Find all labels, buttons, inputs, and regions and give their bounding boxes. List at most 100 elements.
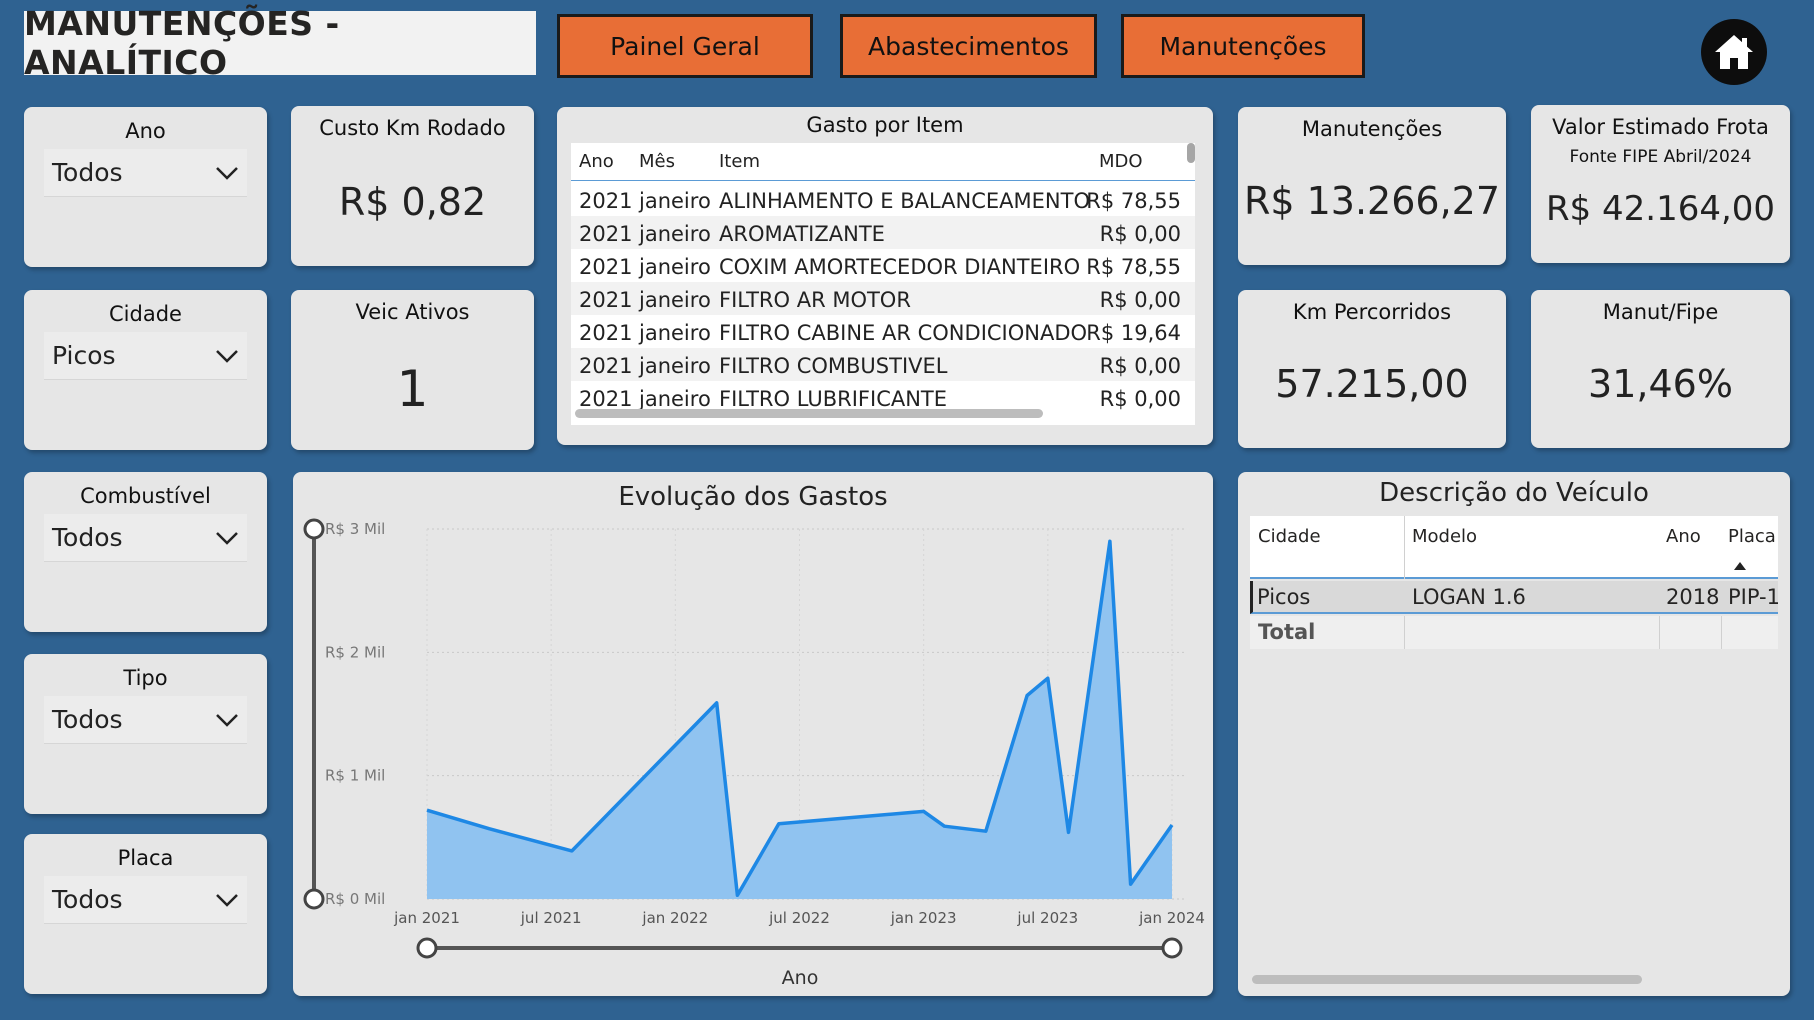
y-tick-label: R$ 0 Mil: [325, 890, 385, 908]
slicer-placa-value: Todos: [52, 885, 123, 914]
kpi-veic-ativos-value: 1: [396, 360, 429, 418]
table-header: Ano Mês Item MDO: [571, 143, 1195, 181]
cell-ano: 2021: [579, 288, 633, 312]
col-cidade[interactable]: Cidade: [1258, 526, 1321, 547]
slicer-tipo-value: Todos: [52, 705, 123, 734]
cell-item: FILTRO AR MOTOR: [719, 288, 911, 312]
evolucao-gastos-card: Evolução dos Gastos R$ 0 Mil R$ 1 Mil R$ 2…: [293, 472, 1213, 996]
cell-item: AROMATIZANTE: [719, 222, 885, 246]
slicer-ano-dropdown[interactable]: Todos: [44, 149, 247, 197]
col-mdo[interactable]: MDO: [1099, 151, 1143, 172]
cell-mdo: R$ 78,55: [1086, 255, 1181, 279]
home-button[interactable]: [1701, 19, 1767, 85]
horizontal-scrollbar[interactable]: [1252, 975, 1642, 984]
table-row[interactable]: 2021 janeiro ALINHAMENTO E BALANCEAMENTO…: [571, 183, 1195, 216]
slicer-tipo-title: Tipo: [123, 666, 168, 690]
slicer-ano-title: Ano: [125, 119, 166, 143]
kpi-manut-fipe-value: 31,46%: [1588, 362, 1733, 406]
col-mes[interactable]: Mês: [639, 151, 675, 172]
table-row[interactable]: 2021 janeiro AROMATIZANTE R$ 0,00: [571, 216, 1195, 249]
slicer-ano: Ano Todos: [24, 107, 267, 267]
cell-mes: janeiro: [639, 321, 711, 345]
table-row[interactable]: 2021 janeiro FILTRO CABINE AR CONDICIONA…: [571, 315, 1195, 348]
x-tick-label: jan 2023: [890, 909, 957, 927]
cell-mes: janeiro: [639, 387, 711, 411]
y-axis: R$ 0 Mil R$ 1 Mil R$ 2 Mil R$ 3 Mil: [325, 520, 385, 908]
chevron-down-icon: [216, 350, 238, 363]
gasto-por-item-title: Gasto por Item: [806, 113, 964, 137]
cell-item: FILTRO LUBRIFICANTE: [719, 387, 948, 411]
col-modelo[interactable]: Modelo: [1412, 526, 1477, 547]
slicer-cidade-dropdown[interactable]: Picos: [44, 332, 247, 380]
slicer-tipo: Tipo Todos: [24, 654, 267, 814]
chevron-down-icon: [216, 532, 238, 545]
kpi-manutencoes-value: R$ 13.266,27: [1243, 179, 1501, 223]
kpi-valor-frota-sublabel: Fonte FIPE Abril/2024: [1569, 147, 1752, 167]
cell-placa: PIP-1(: [1728, 585, 1778, 609]
home-icon: [1715, 35, 1753, 69]
cell-cidade: Picos: [1257, 585, 1311, 609]
col-placa[interactable]: Placa: [1728, 526, 1776, 547]
cell-ano: 2021: [579, 255, 633, 279]
slicer-placa-dropdown[interactable]: Todos: [44, 876, 247, 924]
cell-ano: 2021: [579, 387, 633, 411]
slicer-combustivel-dropdown[interactable]: Todos: [44, 514, 247, 562]
horizontal-scrollbar[interactable]: [575, 409, 1043, 418]
x-range-slider-handle-left[interactable]: [416, 937, 438, 959]
x-tick-label: jan 2024: [1138, 909, 1205, 927]
kpi-valor-frota-label: Valor Estimado Frota: [1552, 115, 1769, 139]
x-tick-label: jul 2023: [1016, 909, 1078, 927]
kpi-valor-frota-value: R$ 42.164,00: [1545, 189, 1776, 229]
kpi-custo-km-value: R$ 0,82: [338, 180, 487, 224]
cell-mdo: R$ 0,00: [1099, 288, 1181, 312]
kpi-veic-ativos-label: Veic Ativos: [355, 300, 470, 324]
x-range-slider-handle-right[interactable]: [1161, 937, 1183, 959]
table-row[interactable]: Picos LOGAN 1.6 2018 PIP-1(: [1250, 581, 1778, 614]
gasto-por-item-table[interactable]: Ano Mês Item MDO 2021 janeiro ALINHAMENT…: [571, 143, 1195, 425]
abastecimentos-button[interactable]: Abastecimentos: [840, 14, 1097, 78]
slicer-tipo-dropdown[interactable]: Todos: [44, 696, 247, 744]
table-total-row: Total: [1250, 616, 1778, 649]
chevron-down-icon: [216, 167, 238, 180]
cell-mes: janeiro: [639, 354, 711, 378]
table-row[interactable]: 2021 janeiro FILTRO COMBUSTIVEL R$ 0,00: [571, 348, 1195, 381]
total-label: Total: [1258, 620, 1316, 644]
gasto-por-item-card: Gasto por Item Ano Mês Item MDO 2021 jan…: [557, 107, 1213, 445]
x-axis-label: Ano: [782, 967, 819, 989]
kpi-km-percorridos: Km Percorridos 57.215,00: [1238, 290, 1506, 448]
chevron-down-icon: [216, 894, 238, 907]
painel-geral-button[interactable]: Painel Geral: [557, 14, 813, 78]
kpi-km-percorridos-value: 57.215,00: [1275, 362, 1469, 406]
kpi-valor-frota: Valor Estimado Frota Fonte FIPE Abril/20…: [1531, 105, 1790, 263]
chevron-down-icon: [216, 714, 238, 727]
kpi-manutencoes-label: Manutenções: [1301, 117, 1443, 141]
manutencoes-button[interactable]: Manutenções: [1121, 14, 1365, 78]
cell-ano: 2021: [579, 354, 633, 378]
kpi-manut-fipe: Manut/Fipe 31,46%: [1531, 290, 1790, 448]
vertical-scrollbar[interactable]: [1187, 143, 1195, 163]
col-ano[interactable]: Ano: [1666, 526, 1701, 547]
cell-ano: 2021: [579, 222, 633, 246]
table-row[interactable]: 2021 janeiro FILTRO AR MOTOR R$ 0,00: [571, 282, 1195, 315]
col-ano[interactable]: Ano: [579, 151, 614, 172]
col-item[interactable]: Item: [719, 151, 760, 172]
x-tick-label: jan 2022: [641, 909, 708, 927]
y-range-slider-handle-top[interactable]: [303, 518, 325, 540]
kpi-manutencoes: Manutenções R$ 13.266,27: [1238, 107, 1506, 265]
slicer-combustivel-value: Todos: [52, 523, 123, 552]
cell-mdo: R$ 0,00: [1099, 222, 1181, 246]
kpi-manut-fipe-label: Manut/Fipe: [1602, 300, 1719, 324]
cell-mdo: R$ 78,55: [1086, 189, 1181, 213]
slicer-cidade-title: Cidade: [109, 302, 182, 326]
x-tick-label: jul 2022: [768, 909, 830, 927]
kpi-veic-ativos: Veic Ativos 1: [291, 290, 534, 450]
descricao-veiculo-card: Descrição do Veículo Cidade Modelo Ano P…: [1238, 472, 1790, 996]
kpi-custo-km-label: Custo Km Rodado: [319, 116, 506, 140]
kpi-custo-km: Custo Km Rodado R$ 0,82: [291, 106, 534, 266]
chart-title: Evolução dos Gastos: [618, 482, 887, 512]
cell-mdo: R$ 19,64: [1086, 321, 1181, 345]
y-range-slider-handle-bottom[interactable]: [303, 888, 325, 910]
x-tick-label: jan 2021: [393, 909, 460, 927]
table-row[interactable]: 2021 janeiro COXIM AMORTECEDOR DIANTEIRO…: [571, 249, 1195, 282]
cell-item: FILTRO CABINE AR CONDICIONADO: [719, 321, 1088, 345]
